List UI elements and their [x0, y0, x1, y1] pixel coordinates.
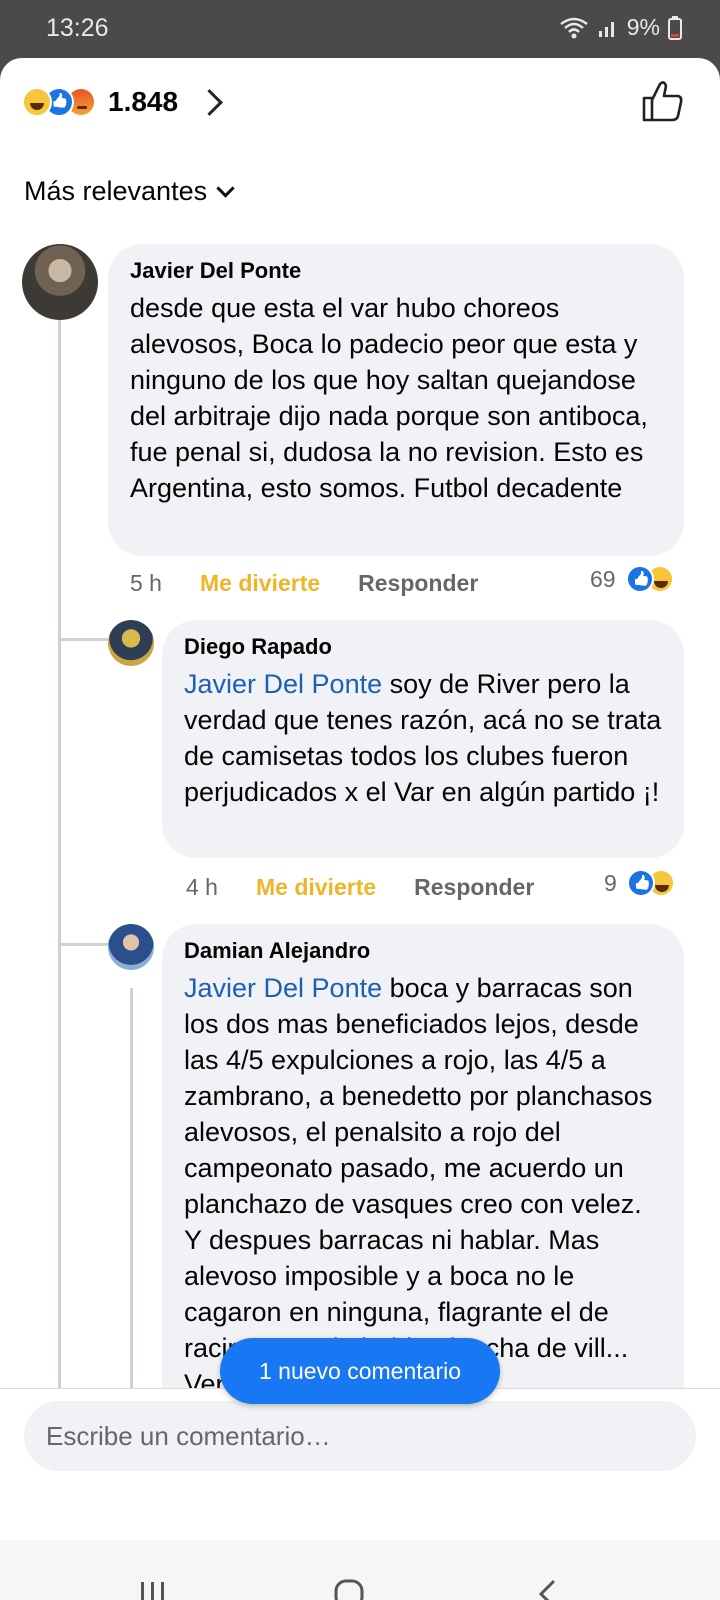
comment-input[interactable]: [24, 1401, 696, 1471]
mention-link[interactable]: Javier Del Ponte: [184, 973, 382, 1003]
thread-connector: [58, 638, 108, 641]
system-nav-bar: [0, 1540, 720, 1600]
comment-bubble[interactable]: Javier Del Ponte desde que esta el var h…: [108, 244, 684, 556]
comment-actions: 4 h Me divierte Responder: [186, 874, 534, 901]
thread-connector: [58, 943, 108, 946]
reply-button[interactable]: Responder: [358, 570, 478, 597]
status-time: 13:26: [46, 14, 109, 42]
comment-text: Javier Del Ponte soy de River pero la ve…: [184, 666, 662, 810]
battery-percent: 9%: [626, 14, 660, 40]
back-button[interactable]: [536, 1578, 560, 1600]
comment-body: boca y barracas son los dos mas benefici…: [184, 973, 653, 1399]
sort-dropdown[interactable]: Más relevantes: [24, 176, 235, 207]
mention-link[interactable]: Javier Del Ponte: [184, 669, 382, 699]
comment-actions: 5 h Me divierte Responder: [130, 570, 478, 597]
avatar[interactable]: [108, 924, 154, 970]
signal-icon: [598, 21, 614, 37]
wifi-icon: [559, 17, 588, 38]
home-button[interactable]: [333, 1578, 365, 1600]
comment-bubble[interactable]: Diego Rapado Javier Del Ponte soy de Riv…: [162, 620, 684, 858]
comment-author[interactable]: Javier Del Ponte: [130, 258, 662, 284]
new-comment-button[interactable]: 1 nuevo comentario: [220, 1338, 500, 1404]
like-icon: [626, 869, 655, 897]
thread-line: [130, 988, 133, 1388]
reply-button[interactable]: Responder: [414, 874, 534, 901]
status-bar: 13:26 9%: [0, 0, 720, 58]
reaction-button[interactable]: Me divierte: [256, 874, 376, 901]
reaction-button[interactable]: Me divierte: [200, 570, 320, 597]
sort-label: Más relevantes: [24, 176, 208, 206]
avatar[interactable]: [22, 244, 98, 320]
comment-reactions[interactable]: 69: [590, 565, 674, 593]
thread-line: [58, 320, 61, 1390]
avatar[interactable]: [108, 620, 154, 666]
comment-reactions[interactable]: 9: [604, 869, 675, 897]
reaction-count: 69: [590, 565, 616, 592]
comment-text: desde que esta el var hubo choreos alevo…: [130, 293, 648, 503]
comments-sheet: 1.848 Más relevantes Javier Del Ponte de…: [0, 58, 720, 1600]
like-icon: [625, 565, 654, 593]
battery-icon: [668, 15, 682, 40]
reaction-count: 9: [604, 869, 617, 896]
reaction-summary[interactable]: 1.848: [22, 86, 224, 118]
composer-bar: [0, 1388, 720, 1541]
status-icons: 9%: [559, 14, 682, 41]
chevron-right-icon: [196, 88, 224, 116]
chevron-down-icon: [216, 179, 235, 198]
comment-time: 5 h: [130, 570, 162, 596]
reaction-count: 1.848: [108, 86, 179, 117]
comment-time: 4 h: [186, 874, 218, 900]
haha-icon: [22, 87, 52, 117]
comment-author[interactable]: Diego Rapado: [184, 634, 662, 660]
comment-author[interactable]: Damian Alejandro: [184, 938, 662, 964]
like-button[interactable]: [640, 78, 684, 124]
recent-apps-button[interactable]: [138, 1578, 168, 1600]
